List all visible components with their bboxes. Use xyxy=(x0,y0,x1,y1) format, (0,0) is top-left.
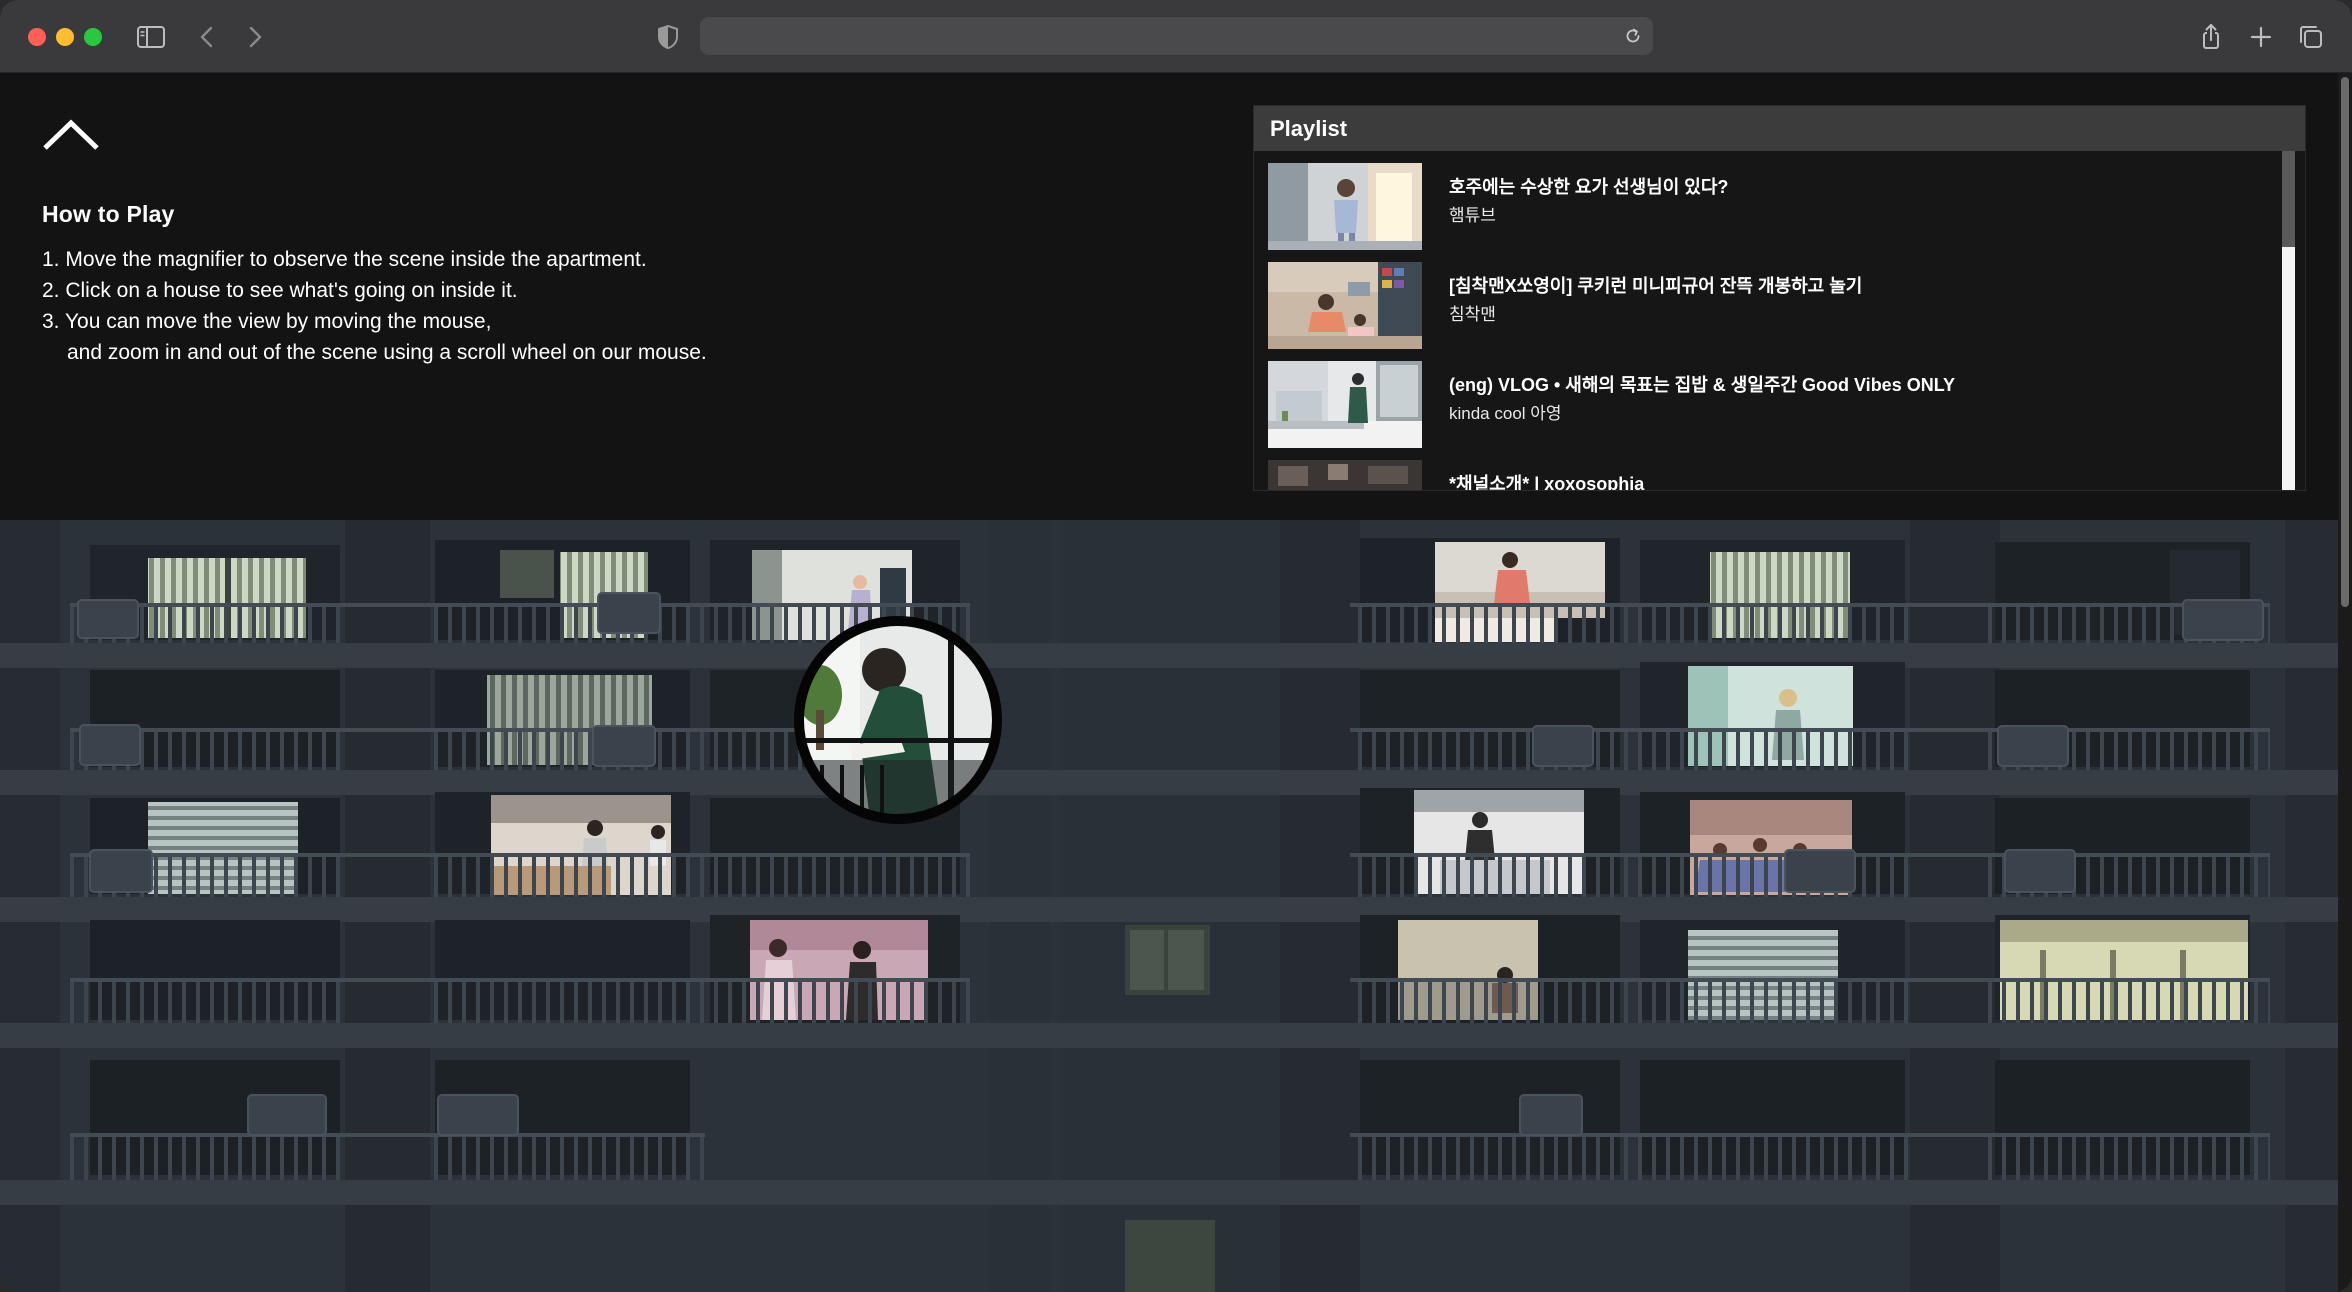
window[interactable] xyxy=(1125,925,1210,995)
playlist-scrollbar-thumb[interactable] xyxy=(2282,151,2295,247)
playlist-item[interactable]: (eng) VLOG • 새해의 목표는 집밥 & 생일주간 Good Vibe… xyxy=(1268,361,2268,449)
magnifier-lens[interactable] xyxy=(794,616,1002,824)
playlist-item[interactable]: 호주에는 수상한 요가 선생님이 있다? 햄튜브 xyxy=(1268,163,2268,251)
video-thumbnail[interactable] xyxy=(1268,262,1422,349)
back-icon[interactable] xyxy=(190,20,224,54)
video-thumbnail[interactable] xyxy=(1268,361,1422,448)
video-title: [침착맨X쏘영이] 쿠키런 미니피규어 잔뜩 개봉하고 놀기 xyxy=(1449,276,1863,296)
playlist-scrollbar[interactable] xyxy=(2282,151,2295,490)
page-scrollbar-thumb[interactable] xyxy=(2341,77,2349,607)
sidebar-icon[interactable] xyxy=(134,20,168,54)
reload-icon[interactable] xyxy=(1623,26,1643,46)
video-channel: kinda cool 아영 xyxy=(1449,404,1562,423)
how-to-play-title: How to Play xyxy=(42,201,175,227)
video-title: (eng) VLOG • 새해의 목표는 집밥 & 생일주간 Good Vibe… xyxy=(1449,375,1956,395)
instructions-list: 1. Move the magnifier to observe the sce… xyxy=(42,244,862,368)
privacy-shield-icon[interactable] xyxy=(651,20,685,54)
page-scrollbar[interactable] xyxy=(2338,73,2352,1292)
browser-toolbar xyxy=(0,0,2352,73)
instruction-step: and zoom in and out of the scene using a… xyxy=(67,341,707,364)
apartment-scene[interactable] xyxy=(0,520,2338,1292)
zoom-window-button[interactable] xyxy=(84,28,102,46)
tab-overview-icon[interactable] xyxy=(2294,20,2328,54)
chevron-up-icon[interactable] xyxy=(40,117,102,153)
forward-icon[interactable] xyxy=(238,20,272,54)
share-icon[interactable] xyxy=(2194,20,2228,54)
video-thumbnail[interactable] xyxy=(1268,163,1422,250)
video-channel: 침착맨 xyxy=(1449,305,1496,324)
browser-window: How to Play 1. Move the magnifier to obs… xyxy=(0,0,2352,1292)
video-title: 호주에는 수상한 요가 선생님이 있다? xyxy=(1449,177,1729,197)
video-title: *채널소개* | xoxosophia xyxy=(1449,474,1645,490)
playlist-list[interactable]: 호주에는 수상한 요가 선생님이 있다? 햄튜브 [침착맨X쏘영이] 쿠키런 미… xyxy=(1254,151,2305,490)
video-thumbnail[interactable] xyxy=(1268,460,1422,490)
instruction-step: 3. You can move the view by moving the m… xyxy=(42,310,492,333)
instruction-step: 1. Move the magnifier to observe the sce… xyxy=(42,248,647,271)
playlist-title: Playlist xyxy=(1254,106,2305,151)
close-window-button[interactable] xyxy=(28,28,46,46)
instruction-step: 2. Click on a house to see what's going … xyxy=(42,279,518,302)
web-page: How to Play 1. Move the magnifier to obs… xyxy=(0,73,2352,1292)
playlist-item[interactable]: *채널소개* | xoxosophia xyxy=(1268,460,2268,490)
new-tab-icon[interactable] xyxy=(2244,20,2278,54)
playlist-panel: Playlist 호주에는 수상한 요가 선생님이 있다? 햄튜브 [침착맨X쏘… xyxy=(1253,105,2306,491)
playlist-item[interactable]: [침착맨X쏘영이] 쿠키런 미니피규어 잔뜩 개봉하고 놀기 침착맨 xyxy=(1268,262,2268,350)
address-bar[interactable] xyxy=(700,17,1653,55)
how-to-play-panel: How to Play 1. Move the magnifier to obs… xyxy=(42,201,862,368)
minimize-window-button[interactable] xyxy=(56,28,74,46)
video-channel: 햄튜브 xyxy=(1449,206,1496,225)
